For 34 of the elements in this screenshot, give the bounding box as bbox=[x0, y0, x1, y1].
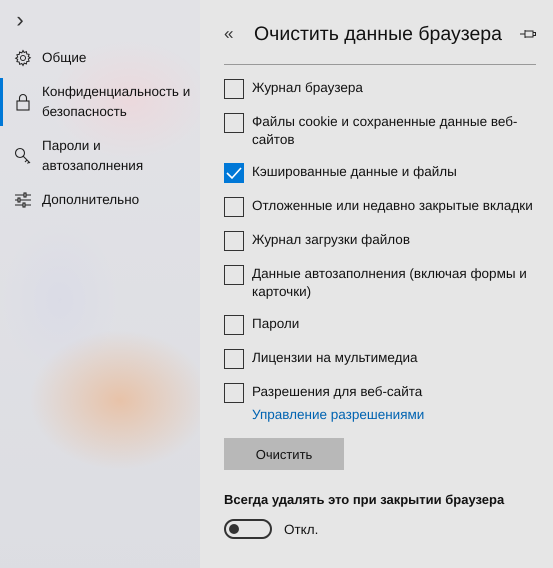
pin-icon[interactable] bbox=[520, 29, 536, 39]
checkbox[interactable] bbox=[224, 163, 244, 183]
checkbox[interactable] bbox=[224, 315, 244, 335]
checkbox[interactable] bbox=[224, 113, 244, 133]
checkbox[interactable] bbox=[224, 79, 244, 99]
section-heading: Всегда удалять это при закрытии браузера bbox=[224, 492, 506, 507]
checkbox[interactable] bbox=[224, 197, 244, 217]
option-label: Пароли bbox=[252, 315, 300, 333]
expand-button[interactable]: › bbox=[8, 6, 32, 34]
option-label: Файлы cookie и сохраненные данные веб-сайтов bbox=[252, 113, 518, 149]
checkbox[interactable] bbox=[224, 265, 244, 285]
option-label: Данные автозаполнения (включая формы и карточки) bbox=[252, 265, 528, 301]
sidebar-item[interactable]: Общие bbox=[0, 44, 200, 72]
gear-icon bbox=[14, 49, 32, 67]
toggle-label: Откл. bbox=[284, 522, 318, 536]
option-label: Журнал браузера bbox=[252, 79, 363, 97]
manage-permissions-link[interactable]: Управление разрешениями bbox=[252, 407, 424, 422]
sidebar-item[interactable]: Пароли и автозаполнения bbox=[0, 132, 200, 180]
sliders-icon bbox=[14, 192, 32, 208]
option-label: Журнал загрузки файлов bbox=[252, 231, 410, 249]
back-button[interactable]: « bbox=[224, 24, 254, 44]
option-label: Отложенные или недавно закрытые вкладки bbox=[252, 197, 533, 215]
checkbox[interactable] bbox=[224, 231, 244, 251]
clear-button[interactable]: Очистить bbox=[224, 438, 344, 470]
option-label: Разрешения для веб-сайта bbox=[252, 383, 422, 401]
option-label: Кэшированные данные и файлы bbox=[252, 163, 457, 181]
panel-title: Очистить данные браузера bbox=[254, 22, 503, 46]
sidebar-item[interactable]: Дополнительно bbox=[0, 186, 200, 214]
lock-icon bbox=[16, 93, 30, 111]
checkbox[interactable] bbox=[224, 349, 244, 369]
option-label: Лицензии на мультимедиа bbox=[252, 349, 418, 367]
checkbox[interactable] bbox=[224, 383, 244, 403]
toggle-switch[interactable] bbox=[224, 519, 272, 539]
key-icon bbox=[14, 147, 32, 165]
